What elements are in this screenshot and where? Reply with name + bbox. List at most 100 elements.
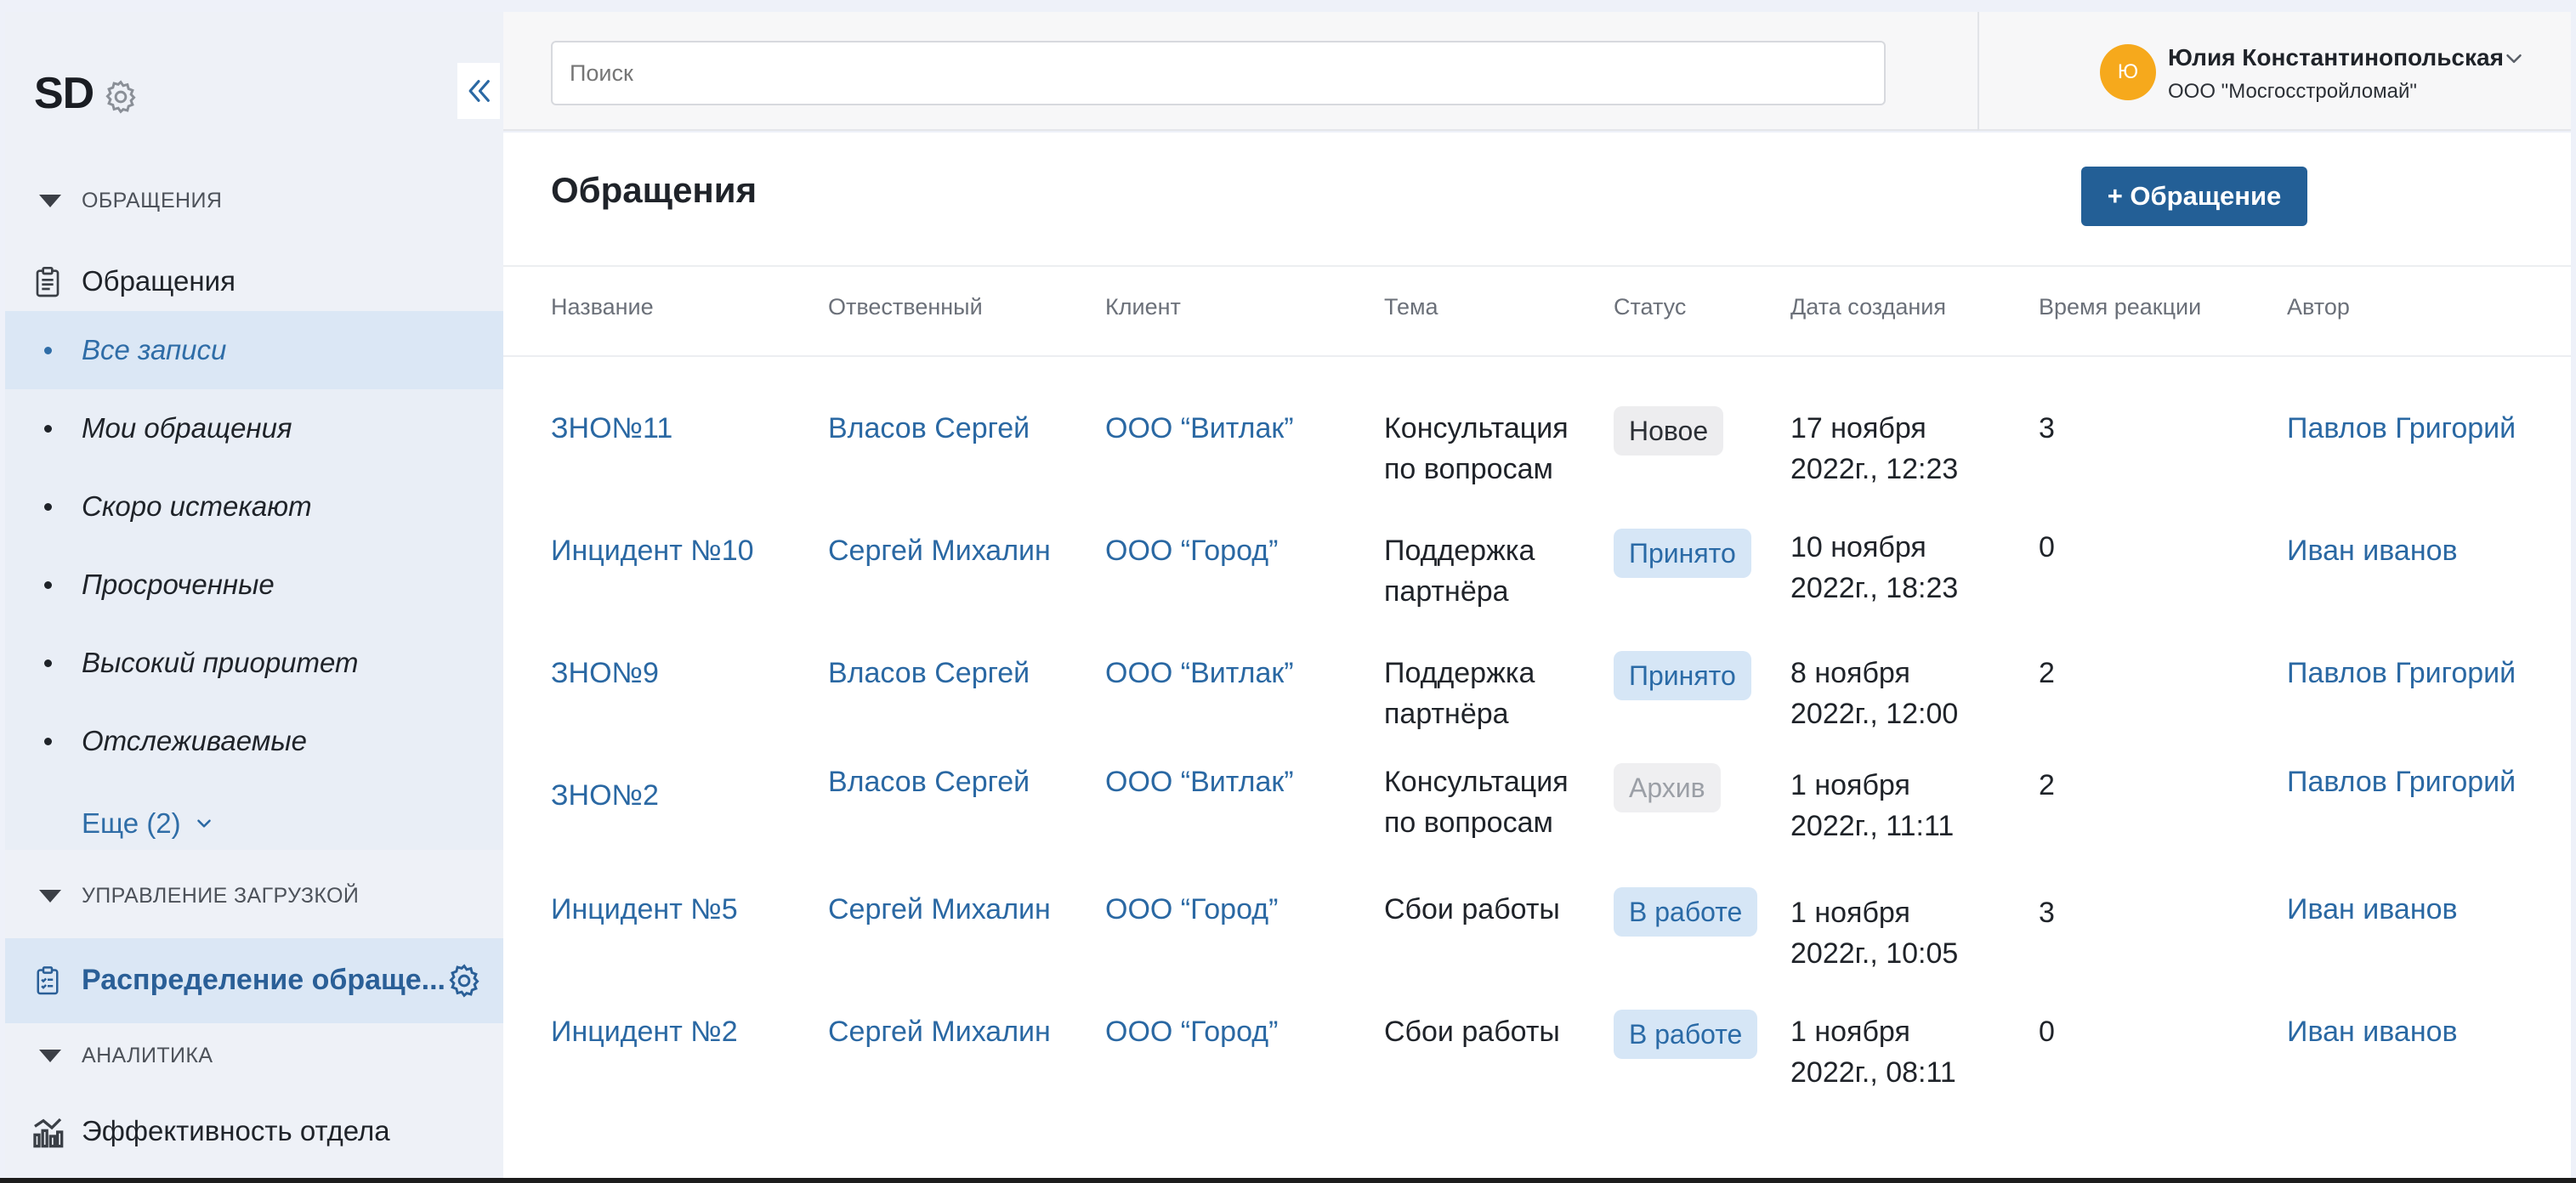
created-date-line1: 8 ноября [1790,657,1910,689]
bullet [44,347,52,354]
divider [503,265,2571,267]
sidebar-item-distribution[interactable]: Распределение обраще... [5,938,503,1023]
filter-label: Высокий приоритет [82,647,359,678]
request-name-link[interactable]: Инцидент №10 [551,530,754,571]
topic-line1: Поддержка [1384,657,1535,689]
section-load-management[interactable]: УПРАВЛЕНИЕ ЗАГРУЗКОЙ [39,879,359,913]
author-link[interactable]: Павлов Григорий [2287,653,2516,693]
request-name-link[interactable]: ЗНО№2 [551,775,659,816]
responsible-link[interactable]: Сергей Михалин [828,1011,1051,1052]
client-link[interactable]: ООО “Город” [1105,889,1278,930]
column-header-status[interactable]: Статус [1614,294,1686,320]
reaction-time: 2 [2039,769,2055,801]
table-row[interactable]: ЗНО№11 Власов Сергей ООО “Витлак” Консул… [503,406,2571,525]
caret-down-icon [39,194,61,207]
section-analytics[interactable]: АНАЛИТИКА [39,1039,213,1073]
topic-line1: Сбои работы [1384,893,1560,925]
column-header-client[interactable]: Клиент [1105,294,1181,320]
client-link[interactable]: ООО “Город” [1105,530,1278,571]
responsible-link[interactable]: Власов Сергей [828,653,1030,693]
responsible-link[interactable]: Сергей Михалин [828,889,1051,930]
column-header-created-date[interactable]: Дата создания [1790,294,1946,320]
created-date-line1: 17 ноября [1790,412,1926,444]
request-name-link[interactable]: ЗНО№9 [551,653,659,693]
chevron-down-icon[interactable] [2501,46,2527,71]
gear-icon[interactable] [445,962,483,999]
created-date-line2: 2022г., 12:00 [1790,698,1959,730]
created-date-line2: 2022г., 10:05 [1790,937,1959,970]
client-link[interactable]: ООО “Витлак” [1105,408,1294,449]
author-link[interactable]: Павлов Григорий [2287,408,2516,449]
window-bottom-border [0,1178,2576,1183]
created-date-line1: 1 ноября [1790,1016,1910,1048]
table-row[interactable]: ЗНО№2 Власов Сергей ООО “Витлак” Консуль… [503,761,2571,880]
table-row[interactable]: Инцидент №5 Сергей Михалин ООО “Город” С… [503,887,2571,1008]
responsible-link[interactable]: Власов Сергей [828,761,1030,802]
gear-icon[interactable] [102,78,139,116]
sidebar-item-label: Обращения [82,265,235,297]
reaction-time: 3 [2039,412,2055,444]
app-logo[interactable]: SD [34,59,139,127]
checklist-clipboard-icon [31,962,65,999]
reaction-time: 3 [2039,897,2055,929]
show-more-filters-link[interactable]: Еще (2) [82,807,215,840]
created-date-line2: 2022г., 18:23 [1790,572,1959,604]
client-link[interactable]: ООО “Витлак” [1105,653,1294,693]
header-divider [1977,12,1979,131]
chevron-down-icon [196,819,211,828]
collapse-sidebar-button[interactable] [457,63,500,119]
avatar[interactable]: Ю [2100,44,2156,100]
top-header: Ю Юлия Константинопольская ООО "Мосгосст… [503,12,2571,131]
request-name-link[interactable]: Инцидент №5 [551,889,738,930]
section-requests[interactable]: ОБРАЩЕНИЯ [39,184,222,218]
responsible-link[interactable]: Власов Сергей [828,408,1030,449]
author-link[interactable]: Иван иванов [2287,889,2458,930]
topic-line2: партнёра [1384,698,1509,730]
created-date-line1: 1 ноября [1790,769,1910,801]
request-name-link[interactable]: ЗНО№11 [551,408,672,449]
status-badge: В работе [1614,887,1758,937]
logo-text: SD [34,69,94,118]
filter-high-priority[interactable]: Высокий приоритет [5,624,503,702]
bullet [44,738,52,745]
bullet [44,425,52,433]
filter-overdue[interactable]: Просроченные [5,546,503,624]
column-header-responsible[interactable]: Отвественный [828,294,983,320]
topic-line1: Поддержка [1384,535,1535,567]
sidebar-item-department-efficiency[interactable]: Эффективность отдела [5,1100,503,1166]
table-row[interactable]: Инцидент №10 Сергей Михалин ООО “Город” … [503,527,2571,646]
column-header-reaction-time[interactable]: Время реакции [2039,294,2201,320]
filter-label: Мои обращения [82,412,292,444]
user-name[interactable]: Юлия Константинопольская [2168,44,2504,71]
user-organization: ООО "Мосгосстройломай" [2168,80,2417,103]
section-label: АНАЛИТИКА [82,1043,213,1067]
search-input[interactable] [551,41,1886,105]
request-name-link[interactable]: Инцидент №2 [551,1011,738,1052]
topic-line1: Консультация [1384,412,1569,444]
client-link[interactable]: ООО “Витлак” [1105,761,1294,802]
reaction-time: 0 [2039,531,2055,563]
column-header-name[interactable]: Название [551,294,654,320]
more-label: Еще (2) [82,807,181,839]
filter-tracked[interactable]: Отслеживаемые [5,702,503,780]
filter-my-requests[interactable]: Мои обращения [5,389,503,467]
section-label: УПРАВЛЕНИЕ ЗАГРУЗКОЙ [82,883,360,908]
table-row[interactable]: Инцидент №2 Сергей Михалин ООО “Город” С… [503,1010,2571,1130]
page-title: Обращения [551,170,757,210]
column-header-author[interactable]: Автор [2287,294,2350,320]
column-header-topic[interactable]: Тема [1384,294,1438,320]
created-date-line1: 10 ноября [1790,531,1926,563]
filter-all-records[interactable]: Все записи [5,311,503,389]
author-link[interactable]: Павлов Григорий [2287,761,2516,802]
responsible-link[interactable]: Сергей Михалин [828,530,1051,571]
author-link[interactable]: Иван иванов [2287,1011,2458,1052]
filter-expiring-soon[interactable]: Скоро истекают [5,467,503,546]
topic-line2: партнёра [1384,575,1509,608]
new-request-button[interactable]: + Обращение [2081,167,2307,226]
client-link[interactable]: ООО “Город” [1105,1011,1278,1052]
table-row[interactable]: ЗНО№9 Власов Сергей ООО “Витлак” Поддерж… [503,649,2571,768]
status-badge: В работе [1614,1010,1758,1059]
sidebar-item-requests[interactable]: Обращения [5,245,503,320]
created-date-line2: 2022г., 12:23 [1790,453,1959,485]
author-link[interactable]: Иван иванов [2287,530,2458,571]
